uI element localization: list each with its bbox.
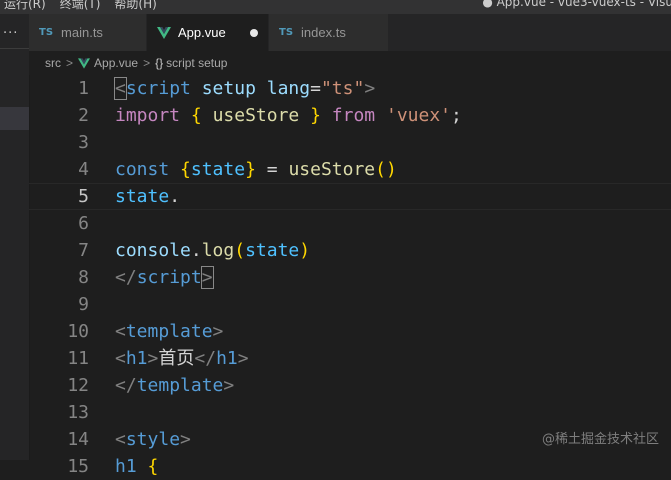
sidebar-selected-item[interactable]	[0, 107, 29, 130]
line-number: 10	[67, 321, 89, 342]
code-text: <h1>首页</h1>	[115, 348, 249, 369]
code-line[interactable]: 8 </script>	[29, 264, 671, 291]
code-text: import { useStore } from 'vuex';	[115, 105, 462, 126]
vue-logo-icon	[157, 26, 171, 39]
tab-main-ts[interactable]: TS main.ts	[29, 14, 147, 51]
breadcrumb: src > App.vue > {} script setup	[29, 51, 671, 75]
code-text: </template>	[115, 375, 235, 396]
line-number: 13	[67, 402, 89, 423]
code-line[interactable]: 2 import { useStore } from 'vuex';	[29, 102, 671, 129]
code-line[interactable]: 1 <script setup lang="ts">	[29, 75, 671, 102]
code-line[interactable]: 10 <template>	[29, 318, 671, 345]
code-line[interactable]: 6	[29, 210, 671, 237]
tab-index-ts[interactable]: TS index.ts	[269, 14, 389, 51]
code-line[interactable]: 11 <h1>首页</h1>	[29, 345, 671, 372]
explorer-sidebar: ···	[0, 14, 30, 460]
line-number: 6	[78, 213, 89, 234]
code-text: h1 {	[115, 456, 159, 477]
code-line[interactable]: 13	[29, 399, 671, 426]
code-text: <template>	[115, 321, 224, 342]
code-text: </script>	[115, 266, 214, 289]
menu-run[interactable]: 运行(R)	[4, 0, 46, 13]
code-editor[interactable]: 1 <script setup lang="ts"> 2 import { us…	[29, 75, 671, 477]
tab-label: main.ts	[61, 25, 103, 40]
breadcrumb-file[interactable]: App.vue	[94, 56, 138, 70]
unsaved-dot-icon[interactable]	[249, 28, 258, 37]
line-number: 3	[78, 132, 89, 153]
line-number: 4	[78, 159, 89, 180]
menu-bar: 运行(R) 终端(T) 帮助(H)	[4, 0, 157, 13]
code-text: state.	[115, 186, 181, 207]
line-number: 12	[67, 375, 89, 396]
line-number: 2	[78, 105, 89, 126]
line-number: 7	[78, 240, 89, 261]
chevron-right-icon: >	[66, 56, 74, 70]
watermark: @稀土掘金技术社区	[541, 432, 659, 447]
code-line-current[interactable]: 5 state.	[29, 183, 671, 210]
editor-tabs: TS main.ts App.vue TS index.ts	[29, 14, 671, 51]
title-bar: 运行(R) 终端(T) 帮助(H) ● App.vue - vue3-vuex-…	[0, 0, 671, 14]
line-number: 11	[67, 348, 89, 369]
sidebar-divider	[0, 48, 29, 49]
code-text: console.log(state)	[115, 240, 311, 261]
code-text: <style>	[115, 429, 191, 450]
code-line[interactable]: 15 h1 {	[29, 453, 671, 480]
braces-icon: {}	[155, 56, 164, 70]
line-number: 8	[78, 267, 89, 288]
menu-help[interactable]: 帮助(H)	[114, 0, 156, 13]
line-number: 14	[67, 429, 89, 450]
code-text: const {state} = useStore()	[115, 159, 397, 180]
line-number: 1	[78, 78, 89, 99]
breadcrumb-symbol[interactable]: script setup	[166, 56, 227, 70]
vue-logo-icon	[78, 57, 91, 69]
code-text: <script setup lang="ts">	[114, 77, 376, 100]
line-number: 9	[78, 294, 89, 315]
line-number: 5	[78, 186, 89, 207]
tab-label: App.vue	[178, 25, 226, 40]
menu-terminal[interactable]: 终端(T)	[60, 0, 101, 13]
more-icon[interactable]: ···	[3, 26, 18, 41]
line-number: 15	[67, 456, 89, 477]
breadcrumb-folder[interactable]: src	[45, 56, 61, 70]
code-line[interactable]: 7 console.log(state)	[29, 237, 671, 264]
code-line[interactable]: 12 </template>	[29, 372, 671, 399]
code-line[interactable]: 9	[29, 291, 671, 318]
window-title: ● App.vue - vue3-vuex-ts - Visu	[482, 0, 671, 9]
tab-label: index.ts	[301, 25, 346, 40]
typescript-icon: TS	[39, 27, 54, 38]
chevron-right-icon: >	[143, 56, 151, 70]
code-line[interactable]: 4 const {state} = useStore()	[29, 156, 671, 183]
tab-app-vue[interactable]: App.vue	[147, 14, 269, 51]
code-line[interactable]: 3	[29, 129, 671, 156]
typescript-icon: TS	[279, 27, 294, 38]
